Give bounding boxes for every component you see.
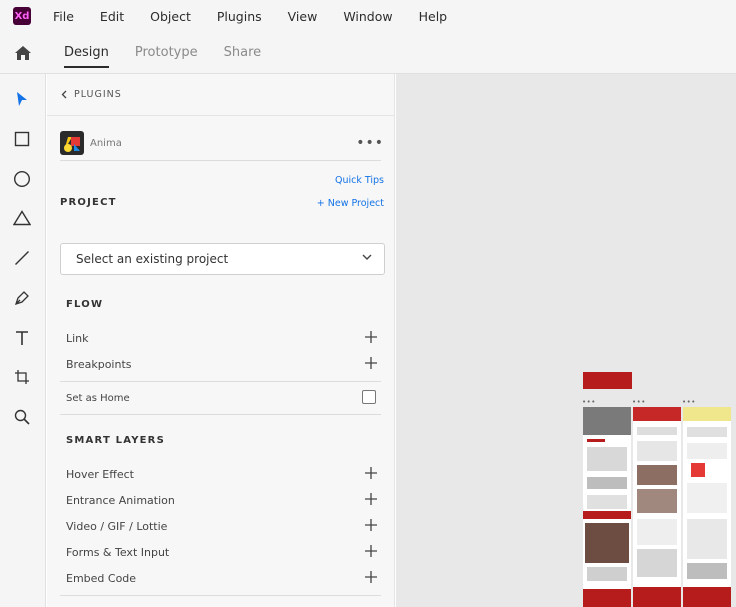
menu-bar: Xd File Edit Object Plugins View Window … (0, 0, 736, 32)
divider (60, 381, 381, 382)
artboard-thumbnail[interactable] (583, 372, 632, 389)
project-select[interactable]: Select an existing project (60, 243, 385, 275)
menu-view[interactable]: View (288, 9, 318, 24)
entrance-animation-label: Entrance Animation (66, 493, 175, 507)
quick-tips-link[interactable]: Quick Tips (335, 175, 384, 186)
text-tool-icon[interactable] (11, 327, 33, 349)
flow-link-row[interactable]: Link (66, 328, 378, 348)
flow-link-label: Link (66, 331, 89, 345)
video-gif-lottie-label: Video / GIF / Lottie (66, 519, 168, 533)
plus-icon[interactable] (364, 544, 378, 558)
embed-code-label: Embed Code (66, 571, 137, 585)
smart-layers-section-title: SMART LAYERS (66, 435, 165, 446)
artboard-thumbnail[interactable] (633, 407, 681, 607)
tab-design[interactable]: Design (64, 32, 109, 74)
plus-icon[interactable] (364, 330, 378, 344)
set-home-row[interactable]: Set as Home (66, 388, 378, 408)
line-tool-icon[interactable] (11, 247, 33, 269)
tab-prototype[interactable]: Prototype (135, 32, 198, 74)
menu-edit[interactable]: Edit (100, 9, 124, 24)
divider (60, 595, 381, 596)
set-home-label: Set as Home (66, 392, 130, 404)
artboard-dots: ••• (632, 398, 646, 406)
flow-breakpoints-row[interactable]: Breakpoints (66, 354, 378, 374)
divider (60, 414, 381, 415)
more-options-icon[interactable]: ••• (356, 135, 384, 151)
tab-share[interactable]: Share (224, 32, 262, 74)
ellipse-tool-icon[interactable] (11, 168, 33, 190)
project-select-value: Select an existing project (76, 252, 229, 266)
tools-toolbar (0, 74, 46, 607)
menu-help[interactable]: Help (419, 9, 448, 24)
smart-layer-row[interactable]: Forms & Text Input (66, 542, 378, 562)
plugin-row-anima: Anima ••• (60, 125, 384, 161)
forms-text-input-label: Forms & Text Input (66, 545, 170, 559)
plus-icon[interactable] (364, 492, 378, 506)
zoom-tool-icon[interactable] (11, 406, 33, 428)
plugins-back-header[interactable]: PLUGINS (47, 74, 395, 116)
menu-window[interactable]: Window (343, 9, 392, 24)
hover-effect-label: Hover Effect (66, 467, 134, 481)
smart-layer-row[interactable]: Entrance Animation (66, 490, 378, 510)
plugin-name: Anima (90, 137, 122, 149)
chevron-left-icon (61, 90, 67, 99)
plus-icon[interactable] (364, 518, 378, 532)
smart-layer-row[interactable]: Embed Code (66, 568, 378, 588)
plugin-panel: PLUGINS Anima ••• Quick Tips PROJECT + N… (47, 74, 395, 607)
flow-section-title: FLOW (66, 299, 104, 310)
xd-logo-icon: Xd (13, 7, 31, 25)
artboard-tool-icon[interactable] (11, 366, 33, 388)
smart-layer-row[interactable]: Hover Effect (66, 464, 378, 484)
flow-breakpoints-label: Breakpoints (66, 357, 132, 371)
polygon-tool-icon[interactable] (11, 207, 33, 229)
home-icon[interactable] (0, 32, 46, 74)
menu-object[interactable]: Object (150, 9, 191, 24)
menu-plugins[interactable]: Plugins (217, 9, 262, 24)
menu-file[interactable]: File (53, 9, 74, 24)
project-section-title: PROJECT (60, 197, 117, 208)
rectangle-tool-icon[interactable] (11, 128, 33, 150)
smart-layer-row[interactable]: Video / GIF / Lottie (66, 516, 378, 536)
new-project-link[interactable]: + New Project (317, 198, 384, 209)
select-tool-icon[interactable] (11, 88, 33, 110)
chevron-down-icon (362, 254, 372, 260)
design-canvas[interactable]: ••• ••• ••• (396, 74, 736, 607)
artboard-dots: ••• (582, 398, 596, 406)
plugins-header-label: PLUGINS (74, 89, 122, 100)
mode-tab-bar: Design Prototype Share (0, 32, 736, 74)
artboard-thumbnail[interactable] (583, 407, 631, 607)
plus-icon[interactable] (364, 570, 378, 584)
set-home-checkbox[interactable] (362, 390, 376, 404)
plus-icon[interactable] (364, 356, 378, 370)
pen-tool-icon[interactable] (11, 287, 33, 309)
artboard-thumbnail[interactable] (683, 407, 731, 607)
anima-logo-icon (60, 131, 84, 155)
divider (60, 160, 381, 161)
plus-icon[interactable] (364, 466, 378, 480)
artboard-dots: ••• (682, 398, 696, 406)
